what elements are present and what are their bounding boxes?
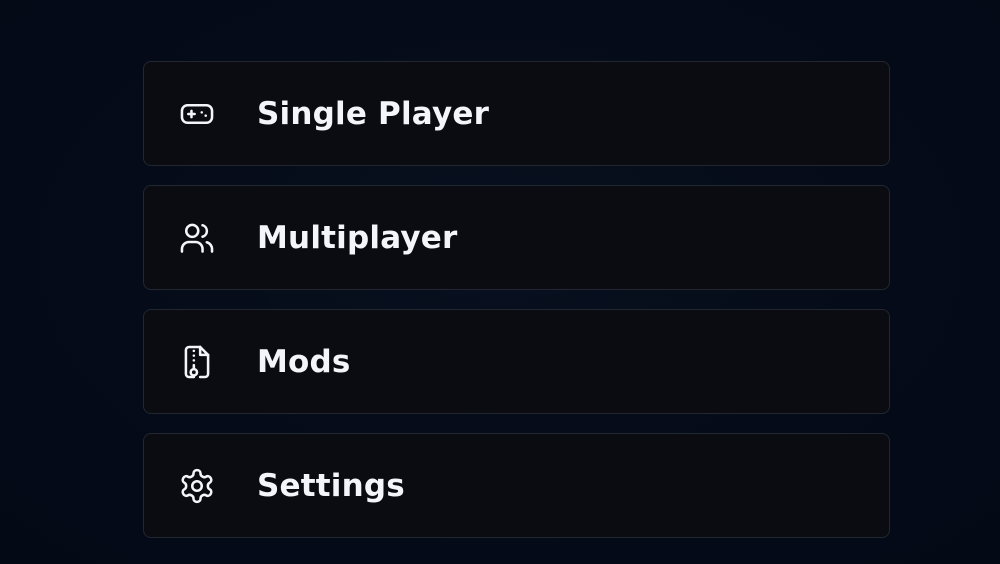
gamepad-icon <box>177 94 217 134</box>
single-player-label: Single Player <box>257 95 490 132</box>
mods-button[interactable]: Mods <box>143 309 890 414</box>
settings-label: Settings <box>257 467 405 504</box>
main-menu: Single Player Multiplayer Mods Settings <box>143 61 890 538</box>
mods-label: Mods <box>257 343 351 380</box>
settings-button[interactable]: Settings <box>143 433 890 538</box>
multiplayer-label: Multiplayer <box>257 219 458 256</box>
gear-icon <box>177 466 217 506</box>
users-icon <box>177 218 217 258</box>
multiplayer-button[interactable]: Multiplayer <box>143 185 890 290</box>
file-archive-icon <box>177 342 217 382</box>
single-player-button[interactable]: Single Player <box>143 61 890 166</box>
